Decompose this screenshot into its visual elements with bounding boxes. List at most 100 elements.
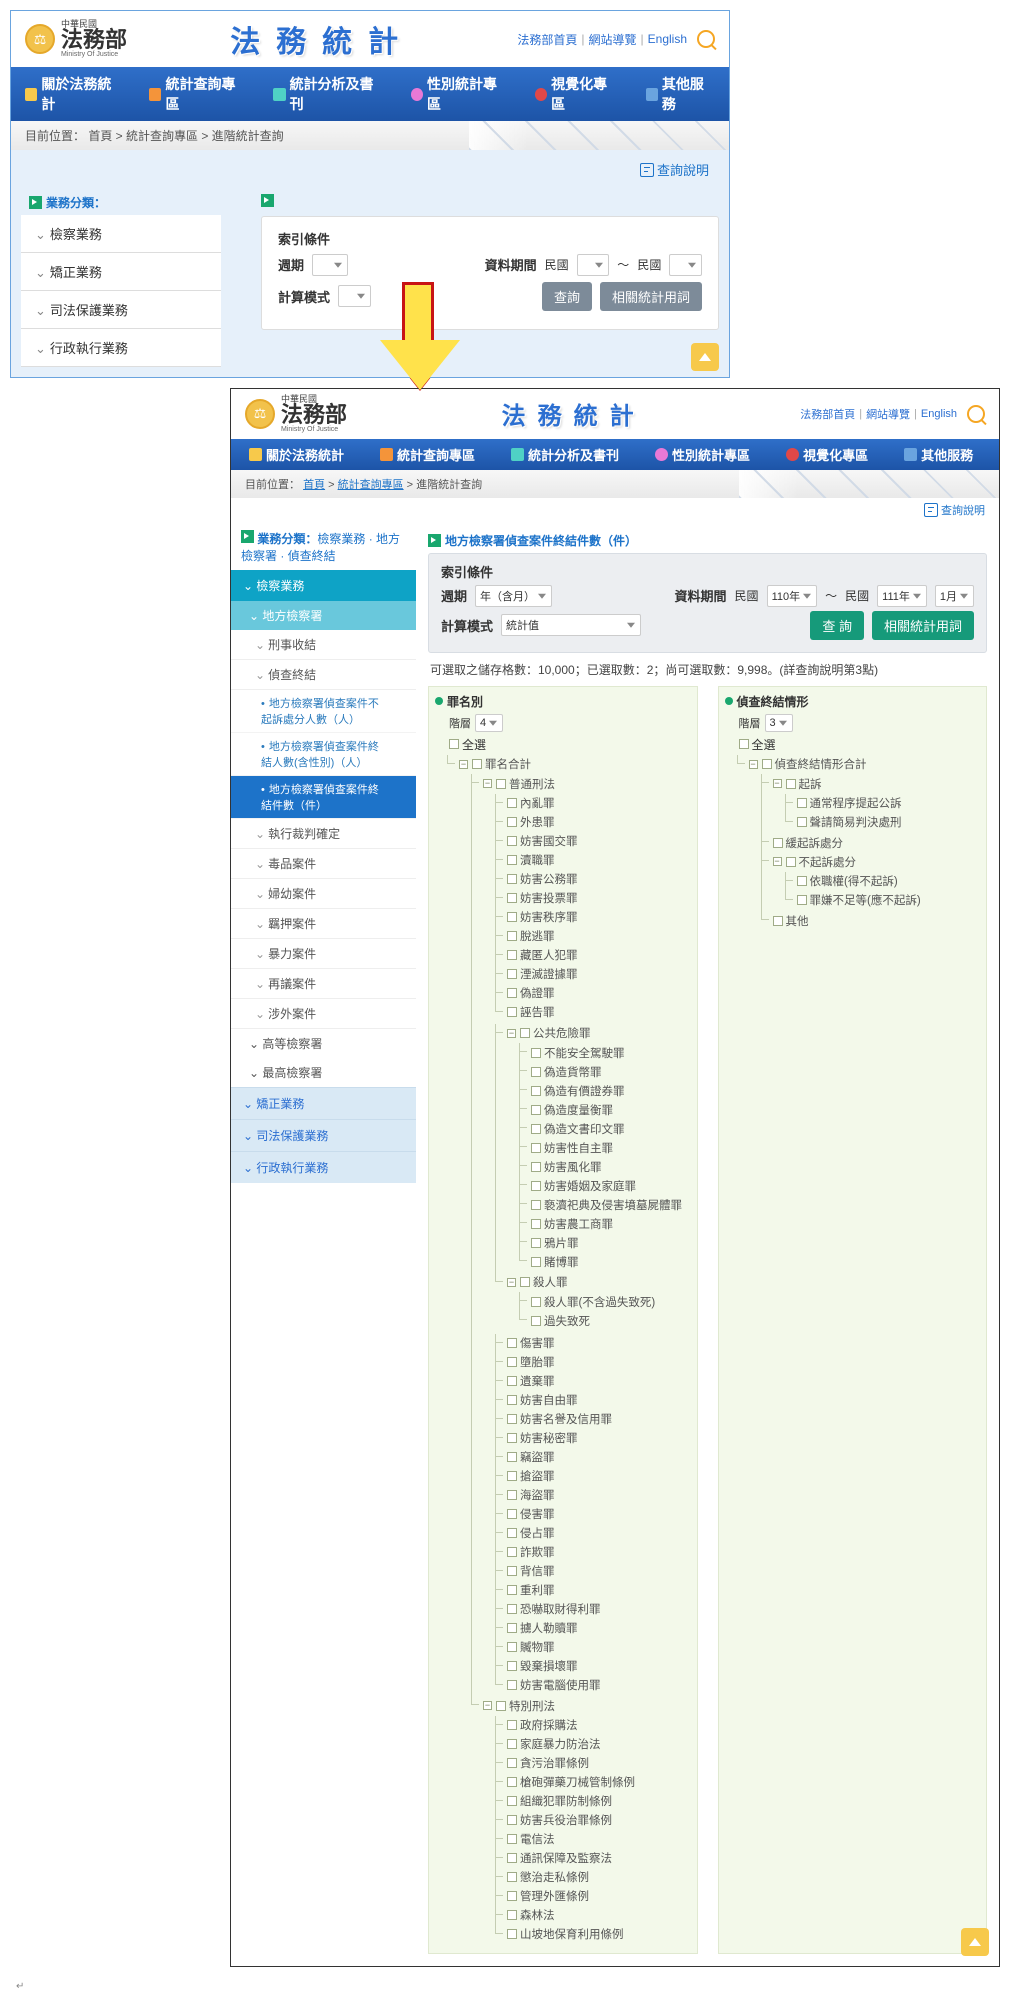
- checkbox[interactable]: [507, 1490, 517, 1500]
- checkbox[interactable]: [507, 1547, 517, 1557]
- checkbox[interactable]: [773, 916, 783, 926]
- checkbox[interactable]: [507, 1585, 517, 1595]
- tree-item[interactable]: 褻瀆祀典及侵害墳墓屍體罪: [544, 1197, 682, 1213]
- collapse-icon[interactable]: −: [773, 779, 782, 788]
- year-to-select[interactable]: 111年: [877, 585, 927, 607]
- checkbox[interactable]: [531, 1086, 541, 1096]
- link-moj-home[interactable]: 法務部首頁: [517, 31, 577, 48]
- nav-visual[interactable]: 視覺化專區: [768, 439, 886, 470]
- tree-item[interactable]: 侵害罪: [520, 1506, 555, 1522]
- checkbox[interactable]: [786, 779, 796, 789]
- logo[interactable]: ⚖ 中華民國 法務部 Ministry Of Justice: [245, 395, 347, 433]
- checkbox[interactable]: [797, 798, 807, 808]
- tree-item[interactable]: 電信法: [520, 1831, 555, 1847]
- checkbox[interactable]: [507, 1834, 517, 1844]
- sidebar-l2-criminal[interactable]: ⌄刑事收結: [231, 630, 416, 660]
- checkbox[interactable]: [531, 1162, 541, 1172]
- search-icon[interactable]: [967, 405, 985, 423]
- scroll-top-button[interactable]: [961, 1928, 989, 1956]
- tree-item[interactable]: 賭博罪: [544, 1254, 579, 1270]
- link-english[interactable]: English: [648, 32, 687, 46]
- help-link[interactable]: 查詢說明: [640, 160, 709, 179]
- checkbox[interactable]: [496, 1701, 506, 1711]
- year-from-select[interactable]: 110年: [767, 585, 818, 607]
- tree-item[interactable]: 山坡地保育利用條例: [520, 1926, 624, 1942]
- checkbox[interactable]: [520, 1277, 530, 1287]
- checkbox[interactable]: [507, 1815, 517, 1825]
- checkbox[interactable]: [507, 1509, 517, 1519]
- checkbox[interactable]: [507, 1739, 517, 1749]
- tree-item[interactable]: 政府採購法: [520, 1717, 578, 1733]
- bc-home[interactable]: 首頁: [303, 479, 325, 491]
- help-link[interactable]: 查詢說明: [924, 502, 985, 518]
- tree-item[interactable]: 懲治走私條例: [520, 1869, 589, 1885]
- related-terms-button[interactable]: 相關統計用詞: [872, 611, 974, 640]
- checkbox[interactable]: [507, 1777, 517, 1787]
- checkbox[interactable]: [797, 817, 807, 827]
- sidebar-l2-detain[interactable]: ⌄羈押案件: [231, 909, 416, 939]
- bc-section[interactable]: 統計查詢專區: [338, 479, 404, 491]
- nav-query[interactable]: 統計查詢專區: [362, 439, 493, 470]
- checkbox[interactable]: [531, 1181, 541, 1191]
- calc-select[interactable]: 統計值: [501, 614, 641, 636]
- tree-item[interactable]: 管理外匯條例: [520, 1888, 589, 1904]
- checkbox[interactable]: [507, 1395, 517, 1405]
- sidebar-head-prosecution[interactable]: ⌄ 檢察業務: [231, 570, 416, 601]
- tree-item[interactable]: 妨害名譽及信用罪: [520, 1411, 612, 1427]
- tree-item[interactable]: 妨害性自主罪: [544, 1140, 613, 1156]
- tree-item[interactable]: 妨害自由罪: [520, 1392, 578, 1408]
- tree-item[interactable]: 遺棄罪: [520, 1373, 555, 1389]
- tree-item[interactable]: 妨害農工商罪: [544, 1216, 613, 1232]
- checkbox[interactable]: [449, 739, 459, 749]
- checkbox[interactable]: [507, 836, 517, 846]
- collapse-icon[interactable]: −: [507, 1029, 516, 1038]
- checkbox[interactable]: [797, 876, 807, 886]
- query-button[interactable]: 查詢: [542, 282, 592, 311]
- checkbox[interactable]: [507, 988, 517, 998]
- checkbox[interactable]: [507, 1758, 517, 1768]
- tree-item[interactable]: 外患罪: [520, 814, 555, 830]
- sidebar-l2-drug[interactable]: ⌄毒品案件: [231, 849, 416, 879]
- checkbox[interactable]: [507, 798, 517, 808]
- collapse-icon[interactable]: −: [483, 779, 492, 788]
- sidebar-link-2[interactable]: •地方檢察署偵查案件終結人數(含性別)（人）: [231, 733, 416, 776]
- tree-item[interactable]: 誣告罪: [520, 1004, 555, 1020]
- logo[interactable]: ⚖ 中華民國 法務部 Ministry Of Justice: [25, 20, 127, 58]
- tree-item[interactable]: 依職權(得不起訴): [810, 873, 898, 889]
- calc-select[interactable]: [338, 285, 371, 307]
- checkbox[interactable]: [507, 1929, 517, 1939]
- nav-analysis[interactable]: 統計分析及書刊: [259, 67, 396, 121]
- checkbox[interactable]: [507, 1007, 517, 1017]
- level-select-a[interactable]: 4: [475, 714, 503, 732]
- nav-about[interactable]: 關於法務統計: [231, 439, 362, 470]
- checkbox[interactable]: [507, 1604, 517, 1614]
- checkbox[interactable]: [507, 893, 517, 903]
- tree-item[interactable]: 妨害婚姻及家庭罪: [544, 1178, 636, 1194]
- tree-item[interactable]: 家庭暴力防治法: [520, 1736, 601, 1752]
- sidebar-sub-supreme[interactable]: ⌄ 最高檢察署: [231, 1058, 416, 1087]
- checkbox[interactable]: [507, 1414, 517, 1424]
- level-select-b[interactable]: 3: [765, 714, 793, 732]
- related-terms-button[interactable]: 相關統計用詞: [600, 282, 702, 311]
- sidebar-group-judicial[interactable]: ⌄ 司法保護業務: [231, 1119, 416, 1151]
- tree-item[interactable]: 詐欺罪: [520, 1544, 555, 1560]
- checkbox[interactable]: [472, 759, 482, 769]
- tree-item[interactable]: 贓物罪: [520, 1639, 555, 1655]
- sidebar-group-admin[interactable]: ⌄ 行政執行業務: [231, 1151, 416, 1183]
- sidebar-l2-violence[interactable]: ⌄暴力案件: [231, 939, 416, 969]
- tree-item[interactable]: 妨害公務罪: [520, 871, 578, 887]
- checkbox[interactable]: [507, 1528, 517, 1538]
- checkbox[interactable]: [520, 1028, 530, 1038]
- checkbox[interactable]: [507, 950, 517, 960]
- search-icon[interactable]: [697, 30, 715, 48]
- link-moj-home[interactable]: 法務部首頁: [800, 406, 855, 422]
- checkbox[interactable]: [507, 1452, 517, 1462]
- checkbox[interactable]: [507, 1872, 517, 1882]
- tree-item[interactable]: 通訊保障及監察法: [520, 1850, 612, 1866]
- collapse-icon[interactable]: −: [507, 1278, 516, 1287]
- checkbox[interactable]: [507, 1433, 517, 1443]
- tree-item[interactable]: 毀棄損壞罪: [520, 1658, 578, 1674]
- collapse-icon[interactable]: −: [749, 760, 758, 769]
- nav-gender[interactable]: 性別統計專區: [397, 67, 521, 121]
- checkbox[interactable]: [531, 1316, 541, 1326]
